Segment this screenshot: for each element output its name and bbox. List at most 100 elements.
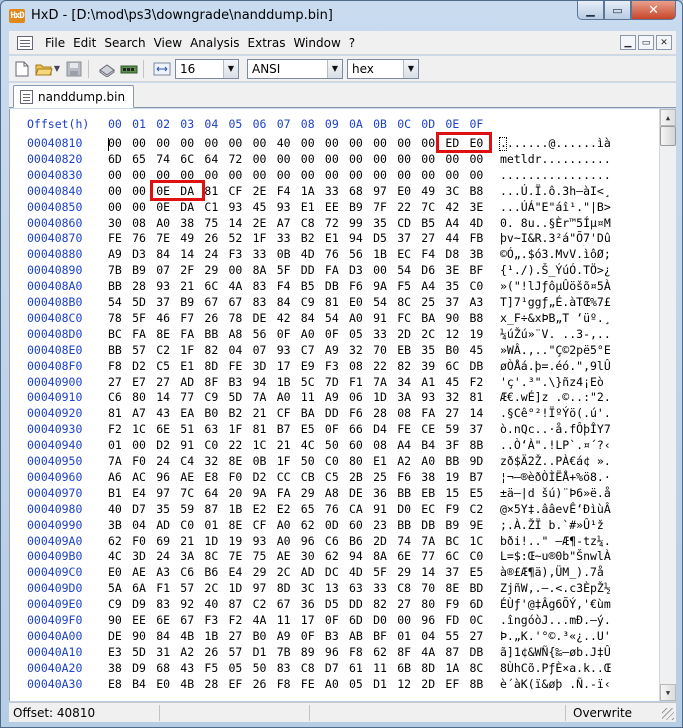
hex-byte[interactable]: 00 (108, 168, 130, 182)
hex-row[interactable]: 00040A30 E8 B4 E0 4B 28 EF 26 F8 FE A0 05 D1 12 2D EF 8B… (10, 677, 660, 693)
menu-file[interactable]: File (41, 36, 69, 50)
hex-byte[interactable]: 21 (277, 438, 299, 452)
hex-row[interactable]: 000409D0 5A 6A F1 57 2C 1D 97 8D 3C 13 63 33 C8 70 8E BD… (10, 581, 660, 597)
hex-byte[interactable]: 07 (253, 343, 275, 357)
hex-byte[interactable]: 00 (277, 168, 299, 182)
chevron-down-icon[interactable]: ▼ (403, 59, 418, 78)
hex-byte[interactable]: 42 (277, 311, 299, 325)
hex-byte[interactable]: 22 (229, 438, 251, 452)
hex-byte[interactable]: 00 (421, 152, 443, 166)
hex-byte[interactable]: B2 (229, 406, 251, 420)
hex-byte[interactable]: 4A (229, 279, 251, 293)
hex-byte[interactable]: FE (108, 231, 130, 245)
hex-byte[interactable]: B4 (132, 677, 154, 691)
hex-byte[interactable]: EE (325, 200, 347, 214)
hex-byte[interactable]: AE (277, 549, 299, 563)
hex-byte[interactable]: C9 (204, 390, 226, 404)
hex-byte[interactable]: 1D (229, 581, 251, 595)
hex-row[interactable]: 00040930 F2 1C 6E 51 63 1F 81 B7 E5 0F 66 D4 FE CE 59 37… (10, 422, 660, 438)
hex-byte[interactable]: B9 (132, 263, 154, 277)
hex-byte[interactable]: 84 (156, 247, 178, 261)
hex-byte[interactable]: F3 (325, 359, 347, 373)
hex-byte[interactable]: 1B (277, 375, 299, 389)
menu-extras[interactable]: Extras (244, 36, 290, 50)
hex-byte[interactable]: C0 (470, 549, 492, 563)
hex-byte[interactable]: 90 (108, 613, 130, 627)
menu-view[interactable]: View (150, 36, 186, 50)
hex-byte[interactable]: 11 (373, 661, 395, 675)
hex-byte[interactable]: BB (108, 343, 130, 357)
hex-byte[interactable]: 00 (132, 136, 154, 150)
hex-byte[interactable]: 96 (325, 645, 347, 659)
ascii-text[interactable]: .......@......ìà (500, 136, 611, 150)
hex-byte[interactable]: 43 (156, 406, 178, 420)
hex-byte[interactable]: 27 (421, 231, 443, 245)
hex-byte[interactable]: 8D (421, 661, 443, 675)
hex-byte[interactable]: 82 (373, 597, 395, 611)
hex-byte[interactable]: C0 (470, 279, 492, 293)
hex-byte[interactable]: E8 (204, 470, 226, 484)
save-disk-icon[interactable] (65, 60, 83, 78)
mdi-restore-button[interactable]: ▭ (638, 35, 654, 50)
hex-byte[interactable]: 67 (229, 295, 251, 309)
hex-byte[interactable]: 54 (397, 263, 419, 277)
hex-byte[interactable]: 62 (325, 549, 347, 563)
title-bar[interactable]: HxD HxD - [D:\mod\ps3\downgrade\nanddump… (1, 1, 682, 31)
hex-byte[interactable]: 12 (445, 327, 467, 341)
hex-byte[interactable]: 00 (373, 136, 395, 150)
hex-byte[interactable]: EF (229, 677, 251, 691)
hex-byte[interactable]: 50 (325, 438, 347, 452)
hex-byte[interactable]: 00 (445, 152, 467, 166)
hex-byte[interactable]: 00 (108, 200, 130, 214)
hex-byte[interactable]: 00 (397, 152, 419, 166)
hex-byte[interactable]: F5 (204, 661, 226, 675)
hex-byte[interactable]: E1 (373, 454, 395, 468)
hex-byte[interactable]: A0 (277, 518, 299, 532)
hex-byte[interactable]: B2 (301, 231, 323, 245)
hex-byte[interactable]: B0 (204, 406, 226, 420)
hex-byte[interactable]: 4D (349, 565, 371, 579)
hex-byte[interactable]: 54 (108, 295, 130, 309)
hex-byte[interactable]: 62 (373, 645, 395, 659)
hex-byte[interactable]: B5 (421, 216, 443, 230)
hex-byte[interactable]: CE (421, 422, 443, 436)
hex-byte[interactable]: C0 (180, 518, 202, 532)
hex-byte[interactable]: 46 (156, 311, 178, 325)
hex-byte[interactable]: 14 (470, 406, 492, 420)
hex-byte[interactable]: 83 (253, 295, 275, 309)
hex-row[interactable]: 00040950 7A F0 24 C4 32 8E 0B 1F 50 C0 80 E1 A2 A0 BB 9D… (10, 454, 660, 470)
hex-byte[interactable]: 49 (180, 231, 202, 245)
hex-byte[interactable]: B8 (470, 311, 492, 325)
scroll-up-icon[interactable]: ▲ (660, 109, 676, 126)
hex-byte[interactable]: D0 (373, 613, 395, 627)
hex-byte[interactable]: AD (156, 518, 178, 532)
hex-row[interactable]: 00040960 A6 AC 96 AE E8 F0 D2 CC CB C5 2B 25 F6 38 19 B7… (10, 470, 660, 486)
hex-byte[interactable]: 11 (301, 390, 323, 404)
hex-byte[interactable]: 13 (325, 581, 347, 595)
hex-byte[interactable]: B8 (470, 184, 492, 198)
hex-byte[interactable]: 6C (180, 152, 202, 166)
hex-byte[interactable]: 6A (132, 581, 154, 595)
hex-byte[interactable]: 00 (470, 152, 492, 166)
hex-byte[interactable]: C9 (108, 597, 130, 611)
ascii-text[interactable]: ©Ó„.$ó3.MvV.ìôØ; (500, 247, 611, 261)
hex-row[interactable]: 00040A20 38 D9 68 43 F5 05 50 83 C8 D7 61 11 6B 8D 1A 8C… (10, 661, 660, 677)
hex-byte[interactable]: 8E (229, 454, 251, 468)
hex-byte[interactable]: A3 (156, 565, 178, 579)
hex-byte[interactable]: 21 (253, 406, 275, 420)
ascii-text[interactable]: þv~I&R.3²á"Õ7'Dû (500, 231, 611, 245)
hex-byte[interactable]: 94 (349, 231, 371, 245)
hex-byte[interactable]: C6 (180, 565, 202, 579)
hex-byte[interactable]: 83 (253, 279, 275, 293)
hex-byte[interactable]: A4 (445, 216, 467, 230)
hex-byte[interactable]: 00 (180, 136, 202, 150)
hex-byte[interactable]: F3 (229, 247, 251, 261)
new-file-icon[interactable] (13, 60, 31, 78)
ascii-text[interactable]: ..Ò‘À".!LP`.¤´?‹ (500, 438, 611, 452)
hex-byte[interactable]: AB (349, 629, 371, 643)
hex-byte[interactable]: 1B (229, 502, 251, 516)
hex-byte[interactable]: 4A (253, 613, 275, 627)
hex-byte[interactable]: 97 (156, 486, 178, 500)
hex-byte[interactable]: 2D (373, 534, 395, 548)
hex-byte[interactable]: 14 (180, 247, 202, 261)
